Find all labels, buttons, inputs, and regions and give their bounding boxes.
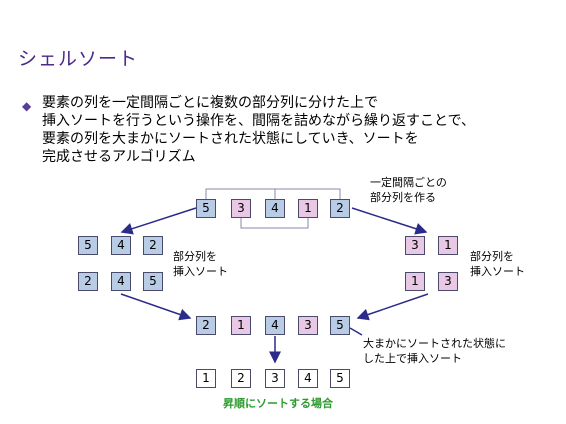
pointer-rough-label — [349, 327, 363, 336]
arrow-to-left-group — [120, 207, 197, 235]
top-row-box: 3 — [231, 199, 251, 218]
top-row-box: 4 — [265, 199, 285, 218]
left-before-box: 5 — [78, 236, 98, 255]
label-split-line-2: 部分列を作る — [370, 191, 436, 204]
top-row-box: 1 — [298, 199, 318, 218]
left-before-box: 2 — [143, 236, 163, 255]
right-before-box: 3 — [405, 236, 425, 255]
label-left-sort-line-2: 挿入ソート — [173, 265, 228, 278]
arrow-to-right-group — [351, 207, 428, 235]
left-before-box: 4 — [111, 236, 131, 255]
left-after-box: 5 — [143, 272, 163, 291]
label-split-line-1: 一定間隔ごとの — [370, 176, 447, 189]
middle-row-box: 5 — [330, 316, 350, 335]
final-row-box: 2 — [231, 369, 251, 388]
top-row-box: 5 — [196, 199, 216, 218]
middle-row-box: 2 — [196, 316, 216, 335]
label-left-sort-line-1: 部分列を — [173, 250, 217, 263]
right-after-box: 3 — [438, 272, 458, 291]
middle-row-box: 1 — [231, 316, 251, 335]
right-before-box: 1 — [438, 236, 458, 255]
caption-ascending: 昇順にソートする場合 — [223, 397, 333, 410]
left-after-box: 4 — [111, 272, 131, 291]
label-right-sort-line-2: 挿入ソート — [470, 265, 525, 278]
final-row-box: 4 — [298, 369, 318, 388]
arrow-from-left-group — [120, 293, 192, 321]
label-rough-line-1: 大まかにソートされた状態に — [363, 337, 506, 350]
right-after-box: 1 — [405, 272, 425, 291]
left-after-box: 2 — [78, 272, 98, 291]
middle-row-box: 3 — [298, 316, 318, 335]
top-row-box: 2 — [330, 199, 350, 218]
middle-row-box: 4 — [265, 316, 285, 335]
label-right-sort-line-1: 部分列を — [470, 250, 514, 263]
final-row-box: 3 — [265, 369, 285, 388]
arrow-from-right-group — [356, 293, 429, 321]
label-rough-line-2: した上で挿入ソート — [363, 352, 462, 365]
final-row-box: 1 — [196, 369, 216, 388]
final-row-box: 5 — [330, 369, 350, 388]
